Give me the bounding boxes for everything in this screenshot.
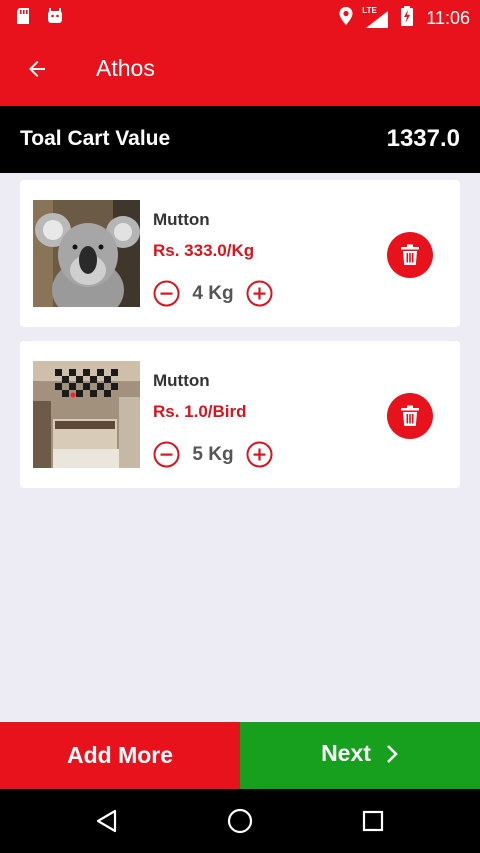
- cart-total-bar: Toal Cart Value 1337.0: [0, 106, 480, 173]
- sd-card-icon: [14, 7, 32, 30]
- product-image: [33, 361, 140, 468]
- add-more-button[interactable]: Add More: [0, 722, 240, 789]
- back-button[interactable]: [22, 54, 52, 84]
- quantity-stepper: 5 Kg: [153, 441, 273, 468]
- nav-home-button[interactable]: [225, 806, 255, 836]
- minus-circle-icon: [153, 441, 180, 468]
- next-button[interactable]: Next: [240, 722, 480, 789]
- quantity-value: 5 Kg: [192, 443, 234, 465]
- cart-item-card: Mutton Rs. 1.0/Bird 5 Kg: [20, 341, 460, 488]
- item-name: Mutton: [153, 371, 210, 390]
- status-clock: 11:06: [426, 8, 470, 28]
- trash-icon: [401, 244, 419, 265]
- square-recents-icon: [362, 810, 384, 832]
- delete-item-button[interactable]: [387, 232, 433, 278]
- decrease-quantity-button[interactable]: [153, 441, 180, 468]
- add-more-label: Add More: [66, 742, 174, 768]
- triangle-back-icon: [96, 809, 117, 833]
- decrease-quantity-button[interactable]: [153, 280, 180, 307]
- system-navigation-bar: [0, 789, 480, 853]
- android-notification-icon: [46, 7, 64, 30]
- app-bar: Athos: [0, 32, 480, 106]
- cart-item-card: Mutton Rs. 333.0/Kg 4 Kg: [20, 180, 460, 327]
- trash-icon: [401, 405, 419, 426]
- next-label: Next: [321, 740, 371, 766]
- nav-back-button[interactable]: [92, 806, 122, 836]
- minus-circle-icon: [153, 280, 180, 307]
- increase-quantity-button[interactable]: [246, 441, 273, 468]
- signal-lte-icon: LTE: [362, 6, 390, 29]
- chevron-right-icon: [387, 744, 398, 763]
- battery-icon: [400, 6, 414, 31]
- plus-circle-icon: [246, 280, 273, 307]
- item-price: Rs. 333.0/Kg: [153, 241, 255, 260]
- circle-home-icon: [227, 808, 253, 834]
- increase-quantity-button[interactable]: [246, 280, 273, 307]
- cart-total-value: 1337.0: [386, 125, 460, 152]
- arrow-left-icon: [29, 61, 45, 77]
- product-image: [33, 200, 140, 307]
- bottom-action-bar: Add More Next: [0, 722, 480, 789]
- delete-item-button[interactable]: [387, 393, 433, 439]
- nav-recents-button[interactable]: [358, 806, 388, 836]
- plus-circle-icon: [246, 441, 273, 468]
- page-title: Athos: [96, 55, 155, 81]
- quantity-value: 4 Kg: [192, 282, 234, 304]
- location-icon: [338, 6, 354, 31]
- cart-total-label: Toal Cart Value: [20, 127, 171, 150]
- status-bar: LTE 11:06: [0, 0, 480, 32]
- item-name: Mutton: [153, 210, 210, 229]
- quantity-stepper: 4 Kg: [153, 280, 273, 307]
- item-price: Rs. 1.0/Bird: [153, 402, 247, 421]
